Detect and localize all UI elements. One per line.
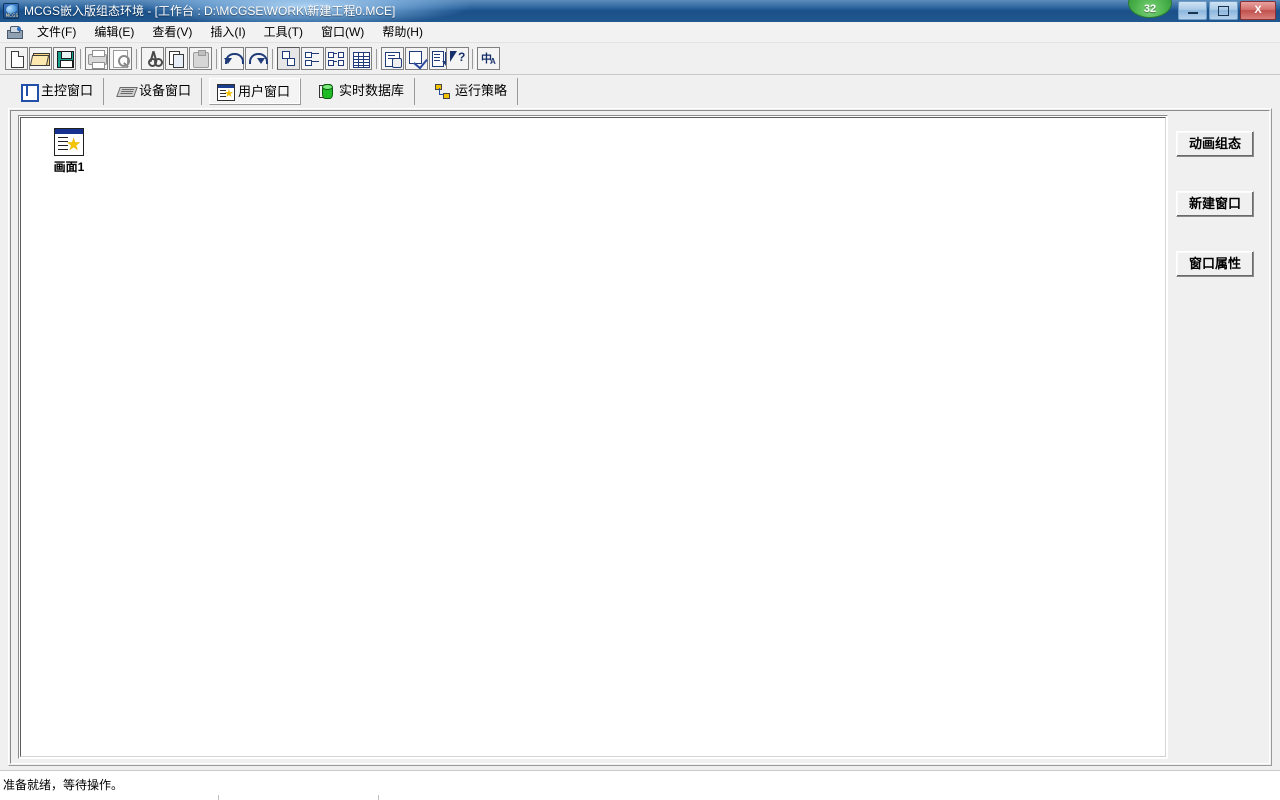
menu-item-window[interactable]: 窗口(W) [312,22,373,42]
window-title: MCGS嵌入版组态环境 - [工作台 : D:\MCGSE\WORK\新建工程0… [24,4,396,18]
toolbar-separator-3 [216,49,220,69]
workbench-inner: ★ 画面1 动画组态 新建窗口 窗口属性 [10,110,1270,764]
language-button[interactable]: 中 A [477,47,500,70]
menu-item-edit[interactable]: 编辑(E) [85,22,143,42]
large-icons-button[interactable] [277,47,300,70]
list-icon [326,48,347,69]
copy-button[interactable] [165,47,188,70]
mcgs-icon-text: MCGS [5,13,19,18]
open-button[interactable] [29,47,52,70]
new-button[interactable] [5,47,28,70]
tab-run-strategy-label: 运行策略 [455,83,508,98]
side-panel: 动画组态 新建窗口 窗口属性 [1171,115,1265,759]
new-window-button[interactable]: 新建窗口 [1176,191,1254,217]
help-pointer-button[interactable]: ? [446,47,469,70]
properties-icon [382,48,403,69]
list-item-label: 画面1 [53,160,85,174]
check-icon [406,48,428,70]
menu-item-help[interactable]: 帮助(H) [373,22,432,42]
menu-item-view[interactable]: 查看(V) [143,22,201,42]
maximize-button[interactable] [1209,1,1238,20]
minimize-button[interactable] [1178,1,1207,20]
maximize-icon [1218,6,1229,17]
redo-button[interactable] [245,47,268,70]
document-window-icon-dot [17,27,21,31]
toolbar-separator-5 [376,49,380,69]
workbench-window: ★ 画面1 动画组态 新建窗口 窗口属性 [8,108,1272,766]
undo-icon [222,48,244,69]
strategy-icon [433,82,451,100]
tab-user-window[interactable]: ★ 用户窗口 [209,78,302,105]
toolbar-separator-7 [472,49,476,69]
check-button[interactable] [405,47,428,70]
print-preview-button[interactable] [109,47,132,70]
toolbar-separator-2 [136,49,140,69]
menubar: 文件(F) 编辑(E) 查看(V) 插入(I) 工具(T) 窗口(W) 帮助(H… [0,22,1280,64]
tab-main-window-label: 主控窗口 [41,83,94,98]
menu-item-tools[interactable]: 工具(T) [255,22,312,42]
toolbar: ? 中 A Chinese [0,43,1280,114]
statusbar: 准备就绪，等待操作。 [0,770,1280,800]
print-preview-icon [110,48,131,69]
tab-realtime-db-label: 实时数据库 [339,83,405,98]
tabstrip: 主控窗口 设备窗口 ★ 用户窗口 实时数据库 运行策略 [0,75,1280,109]
properties-button[interactable] [381,47,404,70]
mcgs-icon[interactable]: MCGS [3,3,19,19]
close-button[interactable]: X [1240,1,1276,20]
save-button[interactable] [53,47,76,70]
toolbar-separator-4 [272,49,276,69]
save-icon [54,48,75,69]
tab-run-strategy[interactable]: 运行策略 [427,78,519,105]
list-button[interactable] [325,47,348,70]
document-window-icon[interactable] [6,25,23,39]
cut-button[interactable] [141,47,164,70]
user-window-list[interactable]: ★ 画面1 [18,115,1168,759]
mcgs-application-window: MCGS MCGS嵌入版组态环境 - [工作台 : D:\MCGSE\WORK\… [0,0,1280,800]
status-badge: 32 [1128,0,1172,18]
titlebar: MCGS MCGS嵌入版组态环境 - [工作台 : D:\MCGSE\WORK\… [0,0,1280,22]
main-window-icon [19,82,39,102]
new-icon [6,48,27,69]
tab-main-window[interactable]: 主控窗口 [13,78,105,105]
tab-device-window[interactable]: 设备窗口 [111,78,203,105]
device-icon [116,82,138,100]
database-icon [317,82,335,100]
menubar-list: 文件(F) 编辑(E) 查看(V) 插入(I) 工具(T) 窗口(W) 帮助(H… [28,22,432,42]
help-pointer-icon: ? [447,48,468,69]
window-property-button[interactable]: 窗口属性 [1176,251,1254,277]
tab-user-window-label: 用户窗口 [238,84,291,99]
small-icons-icon [302,48,323,69]
open-icon [29,48,51,69]
menu-item-insert[interactable]: 插入(I) [201,22,254,42]
cut-icon [142,48,163,69]
tab-device-window-label: 设备窗口 [139,83,192,98]
language-icon: 中 A [481,53,496,66]
menu-item-file[interactable]: 文件(F) [28,22,85,42]
print-icon [86,48,107,69]
statusbar-message: 准备就绪，等待操作。 [3,778,124,792]
details-icon [350,48,371,69]
user-window-list-surface: ★ 画面1 [20,117,1166,757]
user-window-icon: ★ [216,83,235,101]
tab-realtime-db[interactable]: 实时数据库 [311,78,416,105]
toolbar-separator-1 [80,49,84,69]
user-window-item-icon: ★ [54,128,84,156]
list-item[interactable]: ★ 画面1 [39,128,99,174]
status-badge-value: 32 [1143,3,1157,15]
paste-button[interactable] [189,47,212,70]
animation-config-button[interactable]: 动画组态 [1176,131,1254,157]
print-button[interactable] [85,47,108,70]
paste-icon [190,48,211,69]
minimize-icon [1187,12,1198,15]
redo-icon [246,48,268,69]
copy-icon [166,48,187,69]
details-button[interactable] [349,47,372,70]
undo-button[interactable] [221,47,244,70]
large-icons-icon [278,48,299,69]
small-icons-button[interactable] [301,47,324,70]
